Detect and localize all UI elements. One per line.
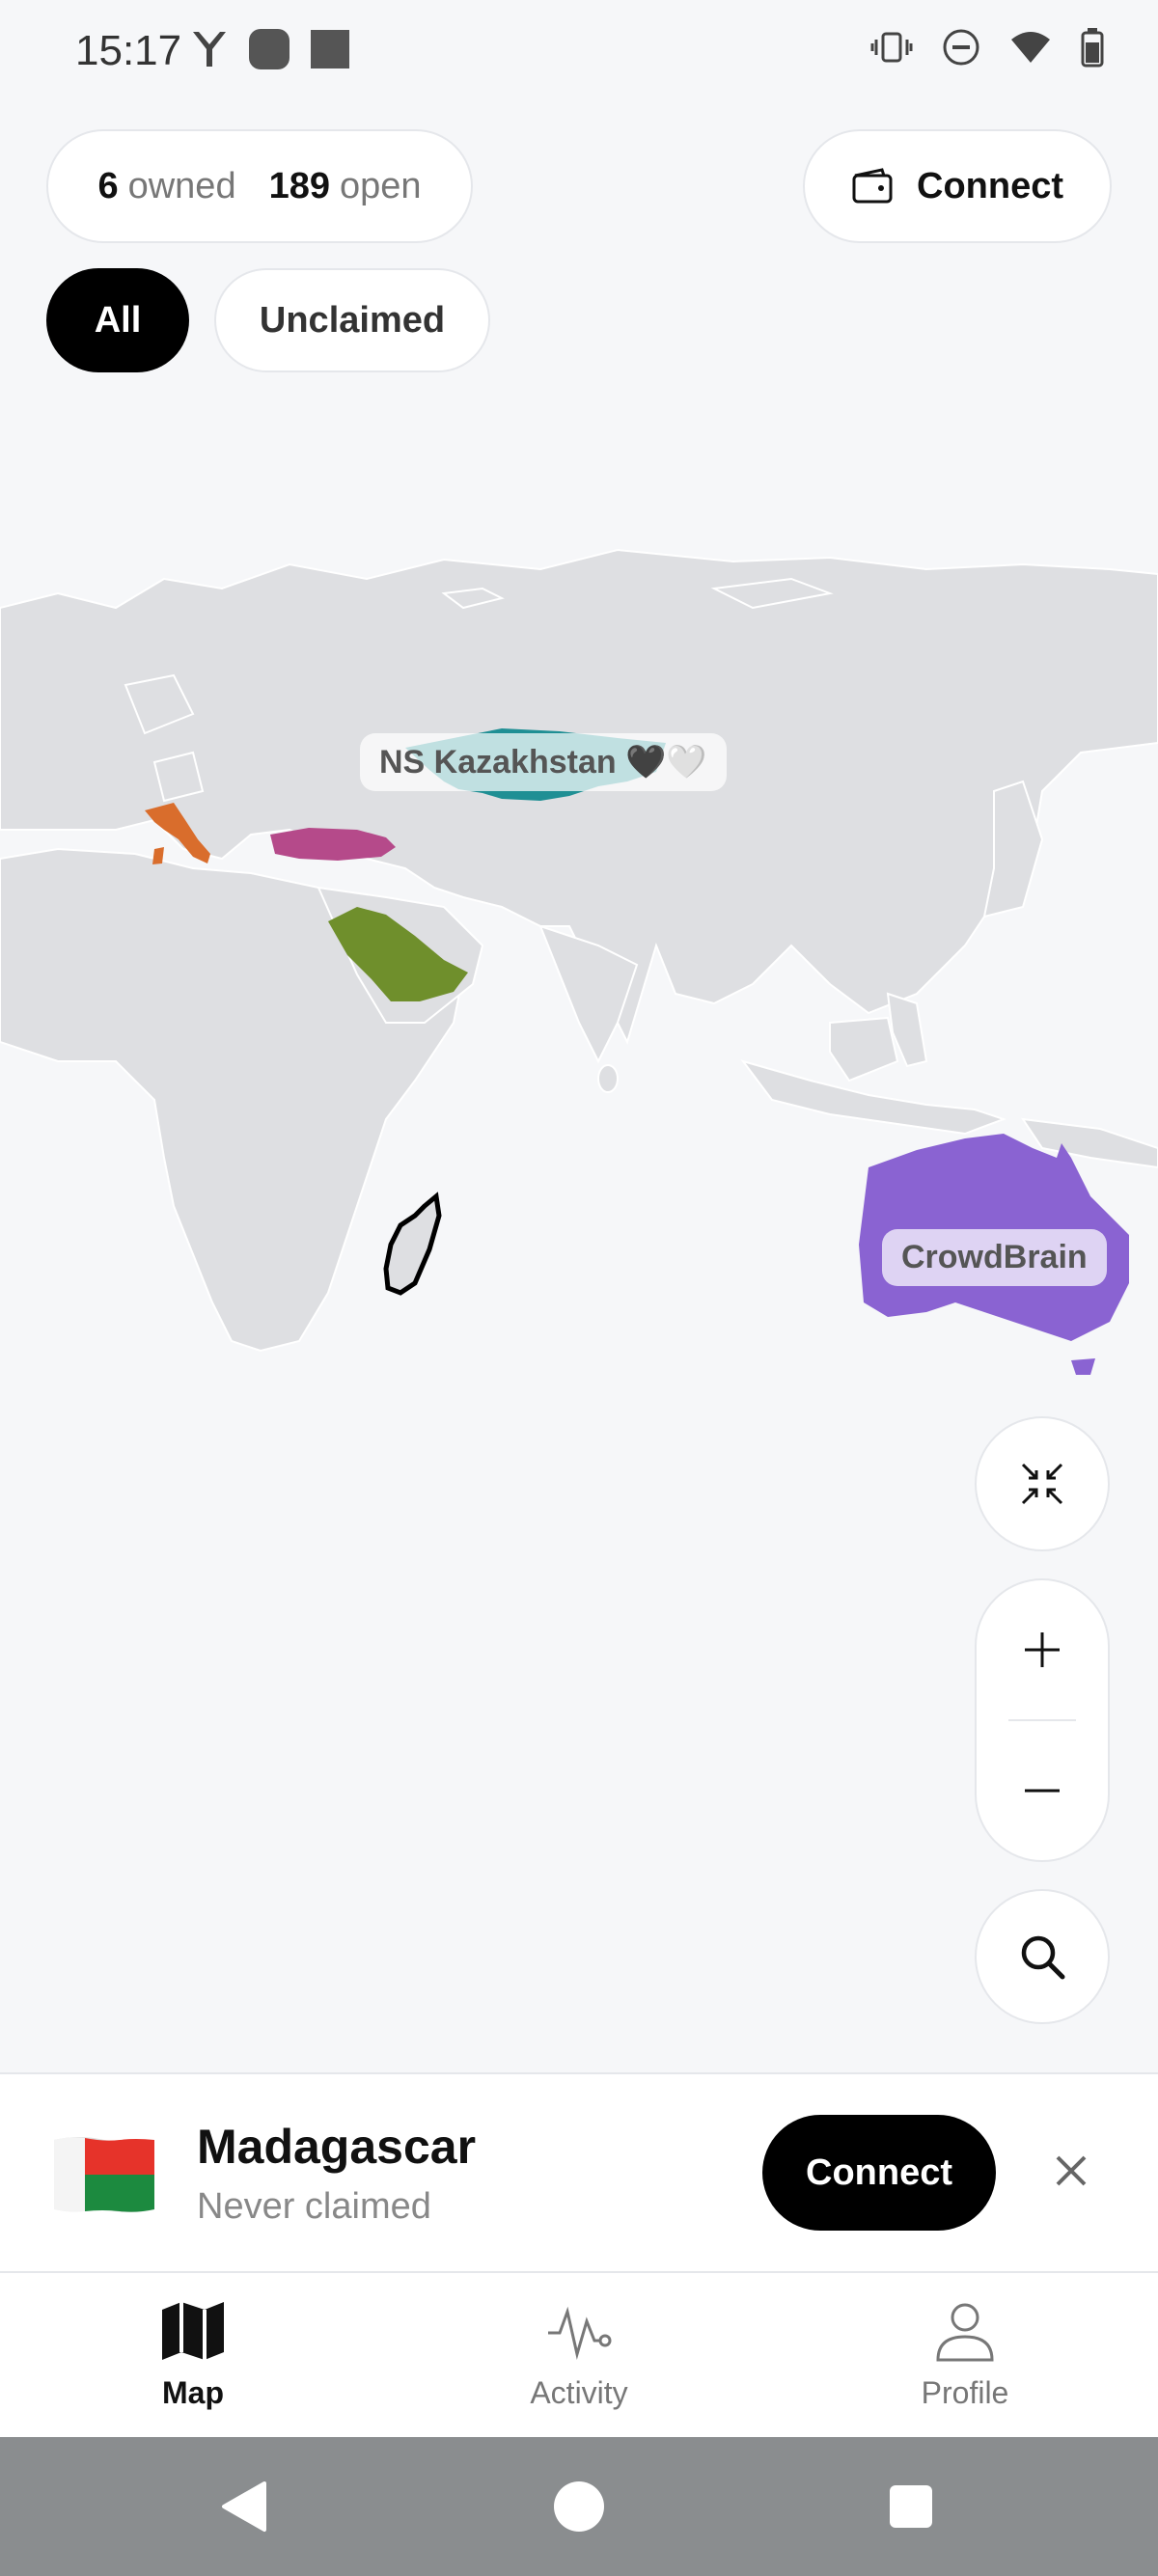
minus-icon: [1025, 1789, 1060, 1793]
close-sheet-button[interactable]: [1042, 2142, 1100, 2200]
world-map[interactable]: NS Kazakhstan 🖤🤍 CrowdBrain: [0, 540, 1158, 1466]
notification-app-icon: [249, 29, 290, 69]
owned-label: owned: [127, 165, 236, 206]
open-count: 189: [268, 165, 330, 206]
nav-label-activity: Activity: [530, 2375, 628, 2410]
indonesia-landmass[interactable]: [740, 1059, 1006, 1136]
recents-icon[interactable]: [888, 2483, 934, 2530]
activity-icon: [548, 2306, 612, 2360]
nav-item-profile[interactable]: Profile: [849, 2300, 1081, 2435]
fit-view-button[interactable]: [975, 1416, 1110, 1551]
status-time: 15:17: [75, 27, 182, 74]
country-madagascar-selected[interactable]: [383, 1192, 442, 1296]
zoom-controls: [975, 1578, 1110, 1862]
nav-item-activity[interactable]: Activity: [463, 2300, 695, 2435]
map-search-button[interactable]: [975, 1889, 1110, 2024]
borneo-landmass[interactable]: [829, 1016, 899, 1082]
status-system-icons: [870, 27, 1104, 68]
zoom-in-button[interactable]: [975, 1580, 1110, 1719]
battery-icon: [1081, 28, 1104, 68]
vibrate-icon: [870, 32, 913, 63]
notification-app-icon: [311, 30, 349, 69]
country-tasmania[interactable]: [1071, 1358, 1095, 1375]
status-notification-icons: [189, 27, 351, 71]
map-label-kazakhstan[interactable]: NS Kazakhstan 🖤🤍: [360, 733, 727, 791]
ownership-stats[interactable]: 6 owned 189 open: [46, 129, 473, 243]
filter-all-chip[interactable]: All: [46, 268, 189, 372]
wallet-icon: [852, 168, 893, 204]
profile-icon: [936, 2303, 994, 2362]
collapse-icon: [1021, 1463, 1063, 1505]
do-not-disturb-icon: [943, 29, 979, 66]
wifi-icon: [1011, 32, 1050, 63]
nav-label-profile: Profile: [921, 2375, 1009, 2410]
nav-label-map: Map: [162, 2375, 224, 2410]
nav-item-map[interactable]: Map: [77, 2300, 309, 2435]
search-icon: [1021, 1935, 1065, 1980]
owned-count: 6: [97, 165, 119, 206]
home-icon[interactable]: [552, 2480, 606, 2534]
system-navigation-bar: [0, 2437, 1158, 2576]
world-map-canvas[interactable]: [0, 540, 1158, 1466]
notification-app-icon: [193, 32, 226, 67]
back-icon[interactable]: [218, 2480, 268, 2534]
status-bar: 15:17: [0, 0, 1158, 106]
selected-country-status: Never claimed: [197, 2186, 431, 2227]
selected-country-name: Madagascar: [197, 2120, 477, 2174]
connect-wallet-label: Connect: [917, 165, 1063, 206]
madagascar-flag-icon: [54, 2137, 154, 2212]
map-label-australia[interactable]: CrowdBrain: [882, 1229, 1107, 1286]
connect-country-button[interactable]: Connect: [762, 2115, 996, 2231]
plus-icon: [1025, 1632, 1060, 1667]
open-label: open: [339, 165, 422, 206]
connect-wallet-button[interactable]: Connect: [803, 129, 1112, 243]
close-icon: [1056, 2155, 1087, 2186]
zoom-out-button[interactable]: [975, 1721, 1110, 1860]
filter-unclaimed-chip[interactable]: Unclaimed: [214, 268, 490, 372]
map-icon: [162, 2302, 224, 2360]
